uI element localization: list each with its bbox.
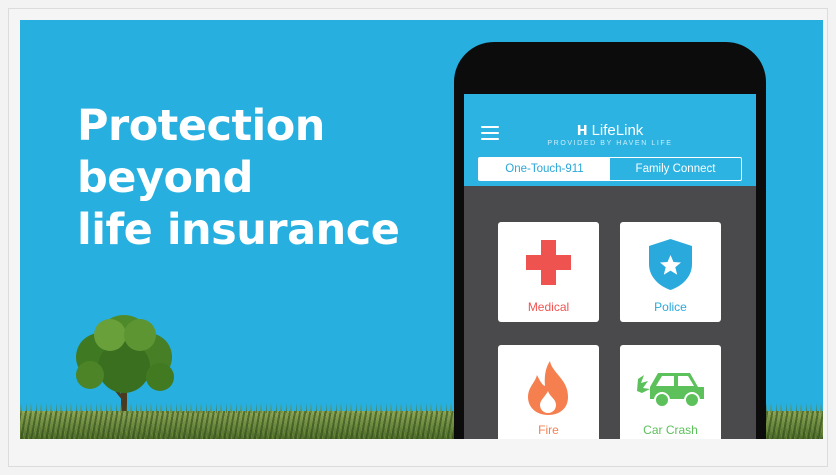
lifelink-logo-icon: H	[576, 124, 588, 139]
service-car-crash-button[interactable]: Car Crash	[620, 345, 721, 439]
phone-screen: H LifeLink PROVIDED BY HAVEN LIFE One-Tou…	[464, 94, 756, 439]
app-header: H LifeLink PROVIDED BY HAVEN LIFE One-Tou…	[464, 94, 756, 186]
service-label-car-crash: Car Crash	[643, 423, 698, 437]
service-medical-button[interactable]: Medical	[498, 222, 599, 322]
fire-flame-icon	[528, 361, 568, 415]
promo-banner: Protection beyond life insurance H LifeLi…	[20, 20, 823, 439]
tab-bar: One-Touch-911 Family Connect	[478, 157, 742, 181]
phone-mockup: H LifeLink PROVIDED BY HAVEN LIFE One-Tou…	[454, 42, 766, 439]
service-label-police: Police	[654, 300, 687, 314]
headline-line-2: beyond	[77, 153, 253, 203]
car-crash-icon	[637, 373, 704, 408]
tab-family-connect[interactable]: Family Connect	[610, 158, 741, 180]
brand-subtitle: PROVIDED BY HAVEN LIFE	[547, 140, 673, 147]
headline: Protection beyond life insurance	[77, 100, 400, 256]
app-brand: H LifeLink	[464, 122, 756, 139]
headline-line-1: Protection	[77, 101, 325, 151]
service-police-button[interactable]: Police	[620, 222, 721, 322]
service-fire-button[interactable]: Fire	[498, 345, 599, 439]
medical-cross-icon	[526, 240, 571, 285]
brand-name: LifeLink	[591, 122, 644, 139]
police-shield-icon	[649, 239, 692, 290]
headline-line-3: life insurance	[77, 205, 400, 255]
tab-one-touch-911[interactable]: One-Touch-911	[479, 158, 610, 180]
service-label-medical: Medical	[527, 300, 570, 314]
service-label-fire: Fire	[538, 423, 559, 437]
